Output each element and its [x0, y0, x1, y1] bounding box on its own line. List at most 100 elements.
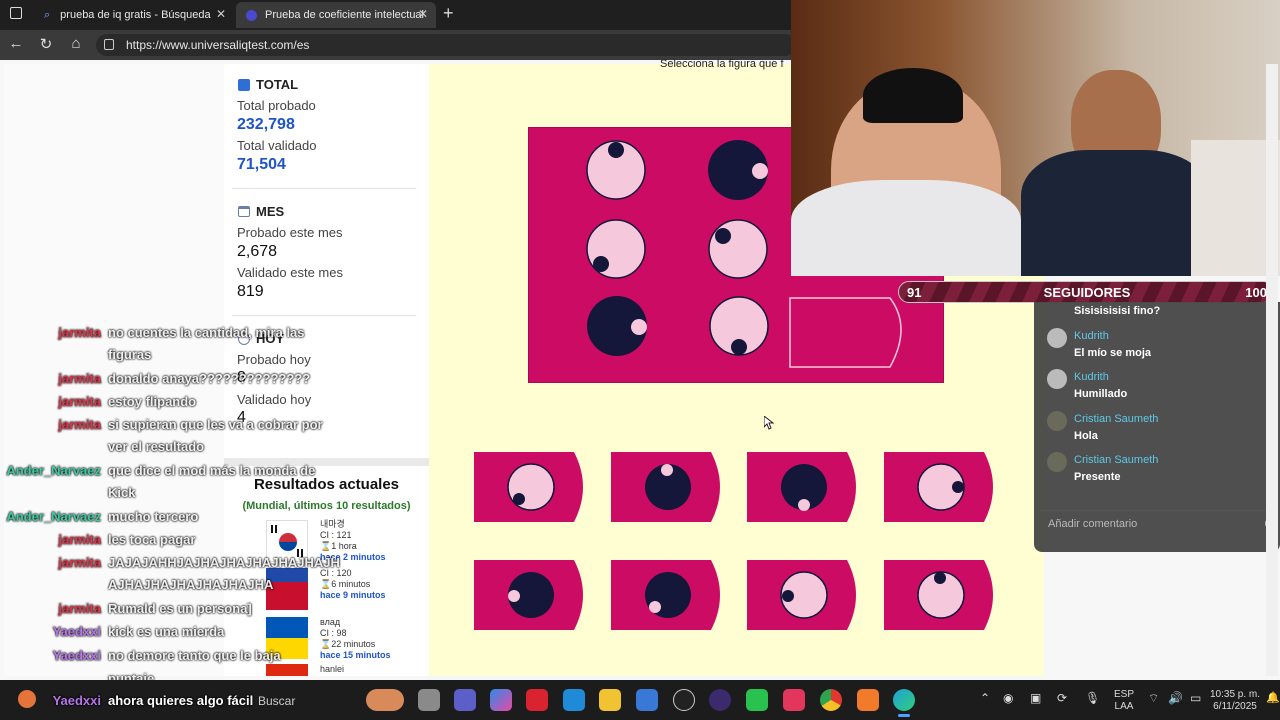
- chat-user: Ander_Narvaez: [6, 463, 101, 478]
- matrix-cell-1-1: [586, 140, 646, 200]
- chat-message: Kick: [108, 485, 136, 500]
- clock-date: 6/11/2025: [1213, 701, 1257, 712]
- clock-time: 10:35 p. m.: [1209, 689, 1261, 700]
- edge-icon[interactable]: [893, 689, 915, 711]
- chat-message: donaldo anaya??????????????: [108, 371, 311, 386]
- chat-user: jarmita: [58, 325, 101, 340]
- network-icon[interactable]: ◉: [1003, 692, 1013, 704]
- answer-option-1: [474, 452, 583, 522]
- chat-user: jarmita: [58, 417, 101, 432]
- search-input[interactable]: Buscar: [258, 694, 295, 708]
- answer-option-3: [747, 452, 856, 522]
- chat-message: figuras: [108, 347, 152, 362]
- keyboard-layout: LAA: [1114, 701, 1134, 712]
- streamer-right-shirt: [1021, 150, 1211, 276]
- chat-message: JAJAJAHHJAJHAJHAJHAJHAJHAJH: [108, 555, 340, 570]
- chat-user: Yaedxxi: [52, 648, 101, 663]
- streamer-left-cap: [863, 68, 963, 123]
- wps-icon[interactable]: [526, 689, 548, 711]
- comment-text: Humillado: [1074, 388, 1128, 400]
- chat-user: jarmita: [58, 371, 101, 386]
- battery-icon[interactable]: ▭: [1190, 692, 1201, 704]
- widgets-icon[interactable]: [366, 689, 404, 711]
- start-button[interactable]: [18, 690, 36, 708]
- chat-message: les toca pagar: [108, 532, 196, 547]
- missing-figure-slot: [789, 297, 902, 368]
- github-icon[interactable]: [673, 689, 695, 711]
- avatar: [1047, 328, 1067, 348]
- microphone-icon[interactable]: 🎙: [1085, 692, 1100, 704]
- chat-message: kick es una mierda: [108, 624, 225, 639]
- chat-message: si supieran que les va a cobrar por: [108, 417, 323, 432]
- puzzle-instruction: Selecciona la figura que f: [660, 58, 784, 70]
- close-icon[interactable]: ✕: [418, 7, 428, 21]
- webcam-overlay: [791, 0, 1280, 276]
- comment-user: Kudrith: [1074, 330, 1109, 342]
- task-view-icon[interactable]: [418, 689, 440, 711]
- answer-option-7: [747, 560, 856, 630]
- chat-message: ver el resultado: [108, 439, 205, 454]
- chat-message: AJHAJHAJHAJHAJHAJHA: [108, 577, 274, 592]
- tiktok-icon[interactable]: [783, 689, 805, 711]
- avatar: [1047, 411, 1067, 431]
- notification-bell-icon[interactable]: 🔔: [1266, 692, 1280, 704]
- answer-option-4: [884, 452, 993, 522]
- scrollbar[interactable]: [1266, 64, 1278, 676]
- chevron-up-icon[interactable]: ⌃: [980, 692, 990, 704]
- file-explorer-icon[interactable]: [599, 689, 621, 711]
- chat-user: jarmita: [58, 532, 101, 547]
- answer-option-8: [884, 560, 993, 630]
- new-tab-button[interactable]: +: [443, 3, 454, 24]
- comment-user: Cristian Saumeth: [1074, 454, 1159, 466]
- chat-message: que dice el mod más la monda de: [108, 463, 316, 478]
- comment-input[interactable]: Añadir comentario: [1040, 510, 1274, 536]
- volume-icon[interactable]: 🔊: [1168, 692, 1183, 704]
- vscode-icon[interactable]: [563, 689, 585, 711]
- chat-message: no cuentes la cantidad, mira las: [108, 325, 305, 340]
- chrome-icon[interactable]: [820, 689, 842, 711]
- avatar: [1047, 452, 1067, 472]
- comment-text: Presente: [1074, 471, 1121, 483]
- comment-user: Kudrith: [1074, 371, 1109, 383]
- chat-user: jarmita: [58, 601, 101, 616]
- matrix-cell-1-2: [708, 140, 768, 200]
- stream-chat: jarmita no cuentes la cantidad, mira las…: [0, 0, 340, 720]
- copilot-icon[interactable]: [490, 689, 512, 711]
- chat-user: Yaedxxi: [52, 624, 101, 639]
- sync-icon[interactable]: ⟳: [1057, 692, 1067, 704]
- language-indicator[interactable]: ESP LAA: [1112, 689, 1136, 713]
- language-code: ESP: [1113, 689, 1134, 700]
- obs-icon[interactable]: [709, 689, 731, 711]
- teams-icon[interactable]: [454, 689, 476, 711]
- followers-goal-bar: 91 SEGUIDORES 100: [898, 281, 1274, 303]
- chat-message: mucho tercero: [108, 509, 199, 524]
- answer-option-2: [611, 452, 720, 522]
- active-app-indicator: [898, 714, 910, 717]
- chat-user: jarmita: [58, 394, 101, 409]
- comment-text: Hola: [1074, 430, 1098, 442]
- matrix-cell-2-1: [586, 219, 646, 279]
- chat-message: estoy flipando: [108, 394, 197, 409]
- chat-message: no demore tanto que le baja: [108, 648, 281, 663]
- matrix-cell-2-2: [708, 219, 768, 279]
- matrix-cell-3-1: [587, 296, 647, 356]
- avatar: [1047, 369, 1067, 389]
- comment-text: Sisisisisisi fino?: [1074, 305, 1161, 317]
- whatsapp-icon[interactable]: [746, 689, 768, 711]
- followers-label: SEGUIDORES: [1043, 285, 1131, 300]
- answer-options[interactable]: [474, 452, 1000, 632]
- answer-option-6: [611, 560, 720, 630]
- chat-user: jarmita: [58, 555, 101, 570]
- store-icon[interactable]: [636, 689, 658, 711]
- tray-app-icon[interactable]: ▣: [1030, 692, 1041, 704]
- answer-option-5: [474, 560, 583, 630]
- streamer-left-shirt: [791, 180, 1021, 276]
- chat-user: Ander_Narvaez: [6, 509, 101, 524]
- wifi-icon[interactable]: ⌔: [1148, 692, 1159, 704]
- mouse-cursor-icon: [764, 416, 774, 430]
- comment-user: Cristian Saumeth: [1074, 413, 1159, 425]
- xampp-icon[interactable]: [857, 689, 879, 711]
- matrix-cell-3-2: [709, 296, 769, 356]
- clock[interactable]: 10:35 p. m. 6/11/2025: [1208, 689, 1262, 713]
- chat-message: Rumald es un persona]: [108, 601, 252, 616]
